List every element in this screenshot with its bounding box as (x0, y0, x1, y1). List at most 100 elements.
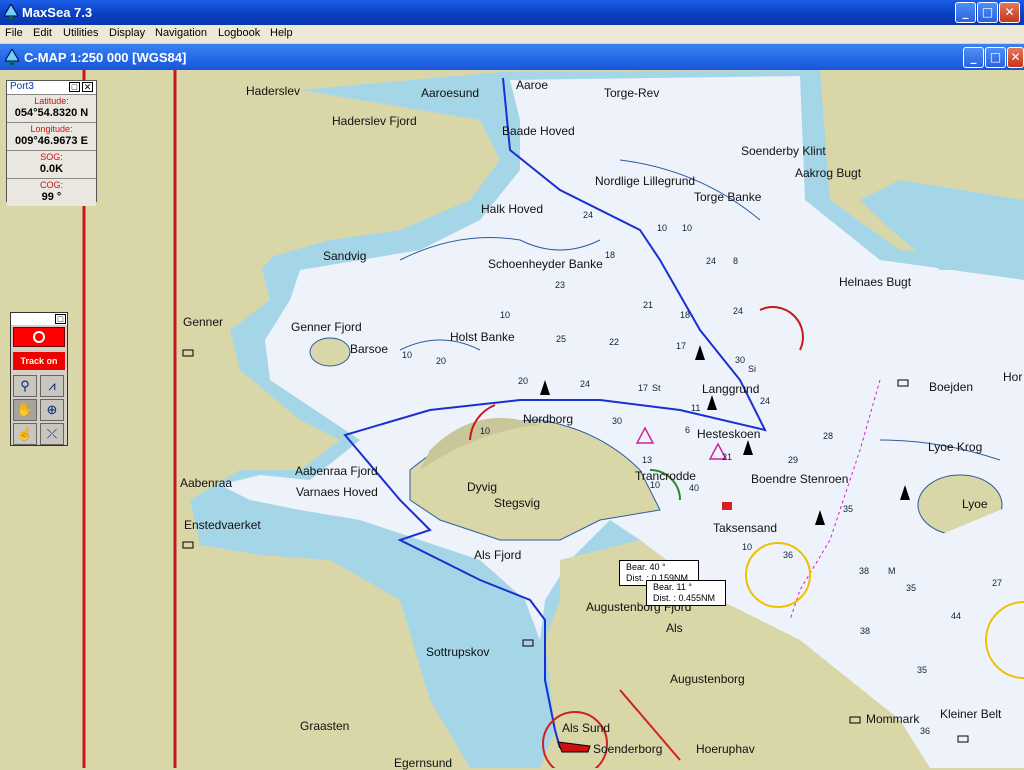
sounding: 36 (783, 550, 794, 560)
nautical-chart[interactable] (0, 70, 1024, 768)
bearing-value: Bear. 11 ° (653, 582, 692, 592)
sounding: 35 (906, 583, 917, 593)
sounding: M (888, 566, 896, 576)
sounding: 24 (760, 396, 771, 406)
place-label: Barsoe (350, 342, 389, 356)
place-label: Aaroesund (421, 86, 480, 100)
place-label: Aakrog Bugt (795, 166, 862, 180)
tool-palette[interactable]: □ Track on ⚲ ⩘ ✋ ⊕ ☝ ⤫ (10, 312, 68, 446)
position-panel[interactable]: Port3 □ ✕ Latitude: 054°54.8320 N Longit… (6, 80, 97, 206)
distance-value: Dist. : 0.455NM (653, 593, 716, 603)
sounding: 38 (860, 626, 871, 636)
menu-utilities[interactable]: Utilities (63, 27, 98, 39)
center-tool-button[interactable]: ⊕ (40, 399, 64, 421)
chart-canvas[interactable]: Haderslev Aaroesund Aaroe Torge-Rev Hade… (0, 70, 1024, 770)
menu-display[interactable]: Display (109, 27, 145, 39)
wreck-icon (722, 502, 732, 510)
longitude-value: 009°46.9673 E (15, 135, 88, 147)
tool-palette-header[interactable]: □ (11, 313, 67, 325)
chart-maximize-button[interactable]: □ (985, 47, 1006, 68)
zoom-tool-button[interactable]: ⚲ (13, 375, 37, 397)
place-label: Langgrund (702, 382, 760, 396)
record-button[interactable] (13, 327, 65, 347)
place-label: Halk Hoved (481, 202, 544, 216)
contour-label: 10 (742, 542, 753, 552)
sounding: Si (748, 364, 757, 374)
place-label: Mommark (866, 712, 920, 726)
sounding: 17 (638, 383, 649, 393)
place-label: Nordborg (523, 412, 574, 426)
place-label: Helnaes Bugt (839, 275, 912, 289)
sounding: St (652, 383, 661, 393)
sounding: 27 (992, 578, 1003, 588)
sounding: 24 (733, 306, 744, 316)
contour-label: 10 (650, 480, 661, 490)
place-label: Lyoe (962, 497, 988, 511)
sounding: 8 (733, 256, 739, 266)
sounding: 21 (643, 300, 654, 310)
menu-navigation[interactable]: Navigation (155, 27, 207, 39)
pan-tool-button[interactable]: ✋ (13, 399, 37, 421)
crosshair-icon: ⊕ (46, 402, 58, 417)
chart-close-button[interactable]: ✕ (1007, 47, 1024, 68)
place-label: Enstedvaerket (184, 518, 261, 532)
place-label: Boejden (929, 380, 974, 394)
sounding: 36 (920, 726, 931, 736)
place-label: Als (666, 621, 683, 635)
sounding: 18 (680, 310, 691, 320)
close-button[interactable]: ✕ (999, 2, 1020, 23)
place-label: Graasten (300, 719, 350, 733)
place-label: Haderslev Fjord (332, 114, 417, 128)
divider-icon: ⤫ (46, 426, 58, 441)
place-label: Schoenheyder Banke (488, 257, 603, 271)
latitude-cell: Latitude: 054°54.8320 N (7, 95, 96, 123)
track-toggle-button[interactable]: Track on (13, 352, 65, 370)
sounding: 29 (788, 455, 799, 465)
sounding: 30 (735, 355, 746, 365)
bearing-box[interactable]: Bear. 11 ° Dist. : 0.455NM (646, 580, 726, 606)
place-label: Boendre Stenroen (751, 472, 849, 486)
menu-file[interactable]: File (5, 27, 23, 39)
pointer-hand-icon: ☝ (16, 426, 34, 441)
sounding: 30 (612, 416, 623, 426)
position-panel-header[interactable]: Port3 □ ✕ (7, 81, 96, 95)
contour-label: 20 (436, 356, 447, 366)
place-label: Nordlige Lillegrund (595, 174, 696, 188)
sounding: 24 (583, 210, 594, 220)
sounding: 23 (555, 280, 566, 290)
sounding: 17 (676, 341, 687, 351)
maximize-button[interactable]: □ (977, 2, 998, 23)
tool-palette-close-button[interactable]: □ (55, 314, 66, 324)
sounding: 40 (689, 483, 700, 493)
sounding: 25 (556, 334, 567, 344)
place-label: Als Sund (562, 721, 611, 735)
sounding: 10 (500, 310, 511, 320)
contour-label: 10 (402, 350, 413, 360)
sounding: 6 (685, 425, 691, 435)
chart-minimize-button[interactable]: _ (963, 47, 984, 68)
sounding: 35 (917, 665, 928, 675)
menu-logbook[interactable]: Logbook (218, 27, 260, 39)
cog-value: 99 ° (41, 191, 62, 203)
panel-close-button[interactable]: ✕ (82, 82, 93, 92)
sounding: 22 (609, 337, 620, 347)
compass-icon: ⩘ (48, 378, 56, 393)
magnifier-icon: ⚲ (20, 378, 30, 393)
place-label: Baade Hoved (502, 124, 575, 138)
latitude-value: 054°54.8320 N (14, 107, 89, 119)
minimize-button[interactable]: _ (955, 2, 976, 23)
measure-tool-button[interactable]: ⤫ (40, 423, 64, 445)
menu-help[interactable]: Help (270, 27, 293, 39)
place-label: Hesteskoen (697, 427, 761, 441)
select-tool-button[interactable]: ☝ (13, 423, 37, 445)
menu-edit[interactable]: Edit (33, 27, 52, 39)
place-label: Soenderborg (593, 742, 663, 756)
sounding: 13 (642, 455, 653, 465)
panel-maximize-button[interactable]: □ (69, 82, 80, 92)
chart-window-title: C-MAP 1:250 000 [WGS84] (24, 50, 187, 65)
place-label: Taksensand (713, 521, 778, 535)
compass-tool-button[interactable]: ⩘ (40, 375, 64, 397)
sounding: 18 (605, 250, 616, 260)
app-title: MaxSea 7.3 (22, 5, 93, 20)
latitude-label: Latitude: (34, 96, 69, 106)
